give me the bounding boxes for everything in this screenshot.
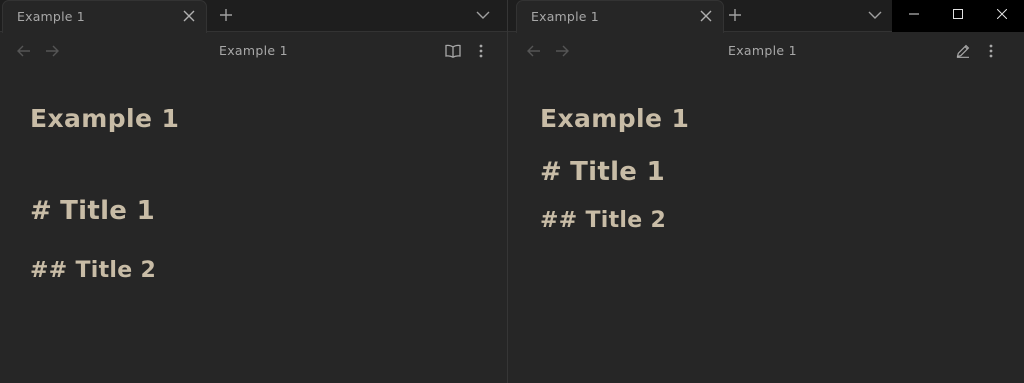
tab-example-1[interactable]: Example 1 xyxy=(2,0,207,33)
window-controls xyxy=(892,0,1024,32)
plus-icon[interactable] xyxy=(724,4,746,26)
arrow-right-icon[interactable] xyxy=(42,41,62,61)
heading-marker: # xyxy=(30,196,53,226)
arrow-left-icon[interactable] xyxy=(14,41,34,61)
heading-2[interactable]: ## Title 2 xyxy=(30,258,156,283)
tab-example-1[interactable]: Example 1 xyxy=(516,0,724,33)
heading-1[interactable]: # Title 1 xyxy=(540,157,665,187)
more-options-icon[interactable] xyxy=(981,41,1001,61)
maximize-icon[interactable] xyxy=(936,0,980,28)
heading-marker: ## xyxy=(30,258,68,283)
heading-marker: # xyxy=(540,157,563,187)
close-icon[interactable] xyxy=(697,7,715,25)
chevron-down-icon[interactable] xyxy=(864,4,886,26)
heading-text: Title 1 xyxy=(570,157,665,187)
tab-bar: Example 1 xyxy=(0,0,507,33)
tab-bar: Example 1 xyxy=(508,0,1024,33)
heading-text: Title 1 xyxy=(60,196,155,226)
right-pane: Example 1 Example 1 Example 1 # Title 1 … xyxy=(508,0,1024,383)
more-options-icon[interactable] xyxy=(471,41,491,61)
note-title[interactable]: Example 1 xyxy=(540,104,689,133)
pencil-icon[interactable] xyxy=(953,41,973,61)
view-title[interactable]: Example 1 xyxy=(728,43,797,58)
left-pane: Example 1 Example 1 Example 1 # Title 1 #… xyxy=(0,0,507,383)
heading-1[interactable]: # Title 1 xyxy=(30,196,155,226)
view-header: Example 1 xyxy=(0,33,507,69)
arrow-right-icon[interactable] xyxy=(552,41,572,61)
heading-text: Title 2 xyxy=(75,258,157,283)
view-header: Example 1 xyxy=(508,33,1024,69)
view-title[interactable]: Example 1 xyxy=(219,43,288,58)
book-open-icon[interactable] xyxy=(443,41,463,61)
plus-icon[interactable] xyxy=(215,4,237,26)
arrow-left-icon[interactable] xyxy=(524,41,544,61)
note-title[interactable]: Example 1 xyxy=(30,104,179,133)
window-close-icon[interactable] xyxy=(980,0,1024,28)
close-icon[interactable] xyxy=(180,7,198,25)
heading-2[interactable]: ## Title 2 xyxy=(540,208,666,233)
tab-title: Example 1 xyxy=(531,9,599,24)
tab-title: Example 1 xyxy=(17,9,85,24)
chevron-down-icon[interactable] xyxy=(472,4,494,26)
heading-marker: ## xyxy=(540,208,578,233)
minimize-icon[interactable] xyxy=(892,0,936,28)
heading-text: Title 2 xyxy=(585,208,667,233)
